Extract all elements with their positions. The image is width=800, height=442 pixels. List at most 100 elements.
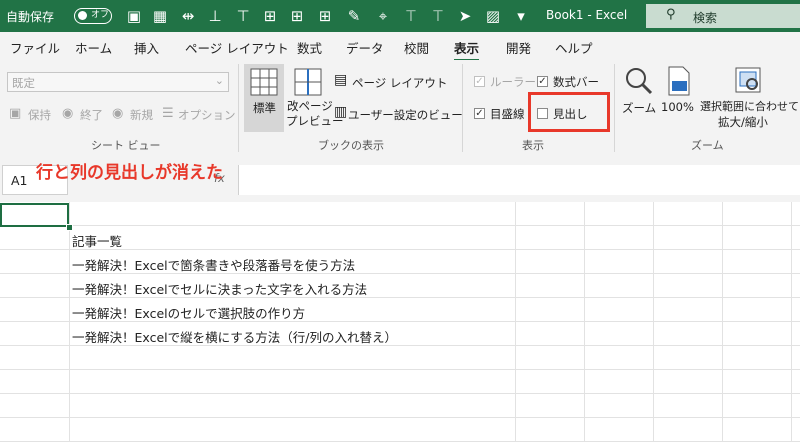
gridlines-checkbox[interactable]: ✓ [474,108,485,119]
image-icon[interactable]: ▨ [483,6,503,26]
options-list-icon: ☰ [162,106,174,121]
zoom-to-selection-label-1: 選択範囲に合わせて [700,100,799,113]
save-icon[interactable]: ▣ [124,6,144,26]
ribbon-tabs: ファイル ホーム 挿入 ページ レイアウト 数式 データ 校閲 表示 開発 ヘル… [0,32,800,62]
eye-exit-icon: ◉ [62,106,74,121]
workbook-views-group-label: ブックの表示 [318,139,384,152]
eye-new-icon: ◉ [112,106,124,121]
cell-b2[interactable]: 記事一覧 [72,231,122,250]
table-row [0,370,800,394]
column-divider [653,202,654,441]
zoom-to-selection-label-2: 拡大/縮小 [718,115,768,129]
fill-handle[interactable] [66,224,73,231]
name-box-value: A1 [11,173,28,188]
page-layout-icon: ▤ [334,72,348,88]
search-box[interactable]: ⚲ 検索 [646,4,800,28]
sheet-view-exit: 終了 [80,108,103,122]
custom-views-button[interactable]: ユーザー設定のビュー [348,107,463,123]
magnifier-icon [626,68,653,95]
format-painter-icon: T [406,7,416,25]
tab-data[interactable]: データ [346,38,384,57]
format-icon[interactable]: ⌖ [373,6,393,26]
grid-icon-2[interactable]: ⊞ [287,6,307,26]
column-divider [791,202,792,441]
zoom-group-label: ズーム [691,139,724,152]
sheet-view-new: 新規 [130,108,153,122]
group-separator [238,64,239,152]
zoom-label: ズーム [622,101,657,115]
edit-icon[interactable]: ✎ [344,6,364,26]
cell-b6[interactable]: 一発解決！Excelで縦を横にする方法（行/列の入れ替え） [72,327,397,346]
column-divider [722,202,723,441]
annotation-callout: 行と列の見出しが消えた [36,163,223,183]
table-row [0,418,800,442]
sheet-view-options: オプション [178,108,236,122]
headings-highlight-box [528,92,610,132]
column-divider [69,202,70,441]
autosave-toggle[interactable]: オフ [74,8,112,24]
normal-view-button[interactable]: 標準 [244,64,284,132]
cell-b5[interactable]: 一発解決！Excelのセルで選択肢の作り方 [72,303,305,322]
page-break-preview-icon [294,68,322,96]
page-break-preview-button[interactable]: 改ページ プレビュー [286,64,344,132]
group-separator [462,64,463,152]
page-break-label-1: 改ページ [287,99,333,113]
zoom-100-icon [668,66,690,96]
column-divider [584,202,585,441]
normal-view-label: 標準 [253,101,276,115]
grid-icon-3[interactable]: ⊞ [315,6,335,26]
tab-formulas[interactable]: 数式 [297,38,322,57]
tab-home[interactable]: ホーム [75,38,112,57]
keep-icon: ▣ [9,106,22,121]
table-row [0,394,800,418]
formula-input[interactable] [238,165,800,195]
tab-developer[interactable]: 開発 [506,38,531,57]
tab-insert[interactable]: 挿入 [134,38,159,57]
sheet-view-value: 既定 [12,76,35,90]
ruler-checkbox: ✓ [474,76,485,87]
active-cell-a1[interactable] [0,203,69,227]
pin-alt-icon[interactable]: ⊤ [233,6,253,26]
tab-view[interactable]: 表示 [454,38,480,62]
formula-bar-checkbox[interactable]: ✓ [537,76,548,87]
pointer-icon[interactable]: ➤ [455,6,475,26]
zoom-button[interactable]: ズーム [618,64,658,132]
sheet-view-keep: 保持 [28,108,51,122]
sheet-view-group-label: シート ビュー [91,139,161,152]
search-label: 検索 [693,11,718,25]
column-divider [515,202,516,441]
zoom-100-label: 100% [661,100,694,114]
search-icon: ⚲ [666,7,676,22]
page-layout-button[interactable]: ページ レイアウト [352,75,447,91]
group-separator [614,64,615,152]
pin-icon[interactable]: ⊥ [205,6,225,26]
toggle-knob [78,11,87,20]
custom-views-icon: ▥ [334,104,348,120]
cell-b4[interactable]: 一発解決！Excelでセルに決まった文字を入れる方法 [72,279,367,298]
tab-page-layout[interactable]: ページ レイアウト [185,38,289,57]
table-row [0,346,800,370]
autosave-label: 自動保存 [6,10,55,24]
ruler-label: ルーラー [490,75,536,89]
format-painter-icon-2: T [433,7,443,25]
zoom-to-selection-icon [735,67,761,93]
insert-column-icon[interactable]: ⇹ [178,6,198,26]
document-title: Book1 - Excel [546,8,628,22]
grid-icon[interactable]: ⊞ [260,6,280,26]
cell-b3[interactable]: 一発解決！Excelで箇条書きや段落番号を使う方法 [72,255,355,274]
table-row [0,202,800,226]
table-icon[interactable]: ▦ [150,6,170,26]
autosave-state: オフ [91,10,110,20]
gridlines-label: 目盛線 [490,107,525,121]
customize-qat-icon[interactable]: ▾ [511,6,531,26]
zoom-100-button[interactable]: 100% [660,64,698,132]
tab-review[interactable]: 校閲 [404,38,429,57]
tab-help[interactable]: ヘルプ [555,38,593,57]
show-group-label: 表示 [522,139,544,152]
zoom-to-selection-button[interactable]: 選択範囲に合わせて 拡大/縮小 [700,64,799,134]
normal-view-icon [250,68,278,96]
sheet-view-dropdown: 既定 ⌄ [7,72,229,92]
tab-file[interactable]: ファイル [10,38,60,57]
chevron-down-icon: ⌄ [214,74,224,87]
title-bar: 自動保存 オフ ▣ ▦ ⇹ ⊥ ⊤ ⊞ ⊞ ⊞ ✎ ⌖ T T ➤ ▨ ▾ Bo… [0,0,800,32]
